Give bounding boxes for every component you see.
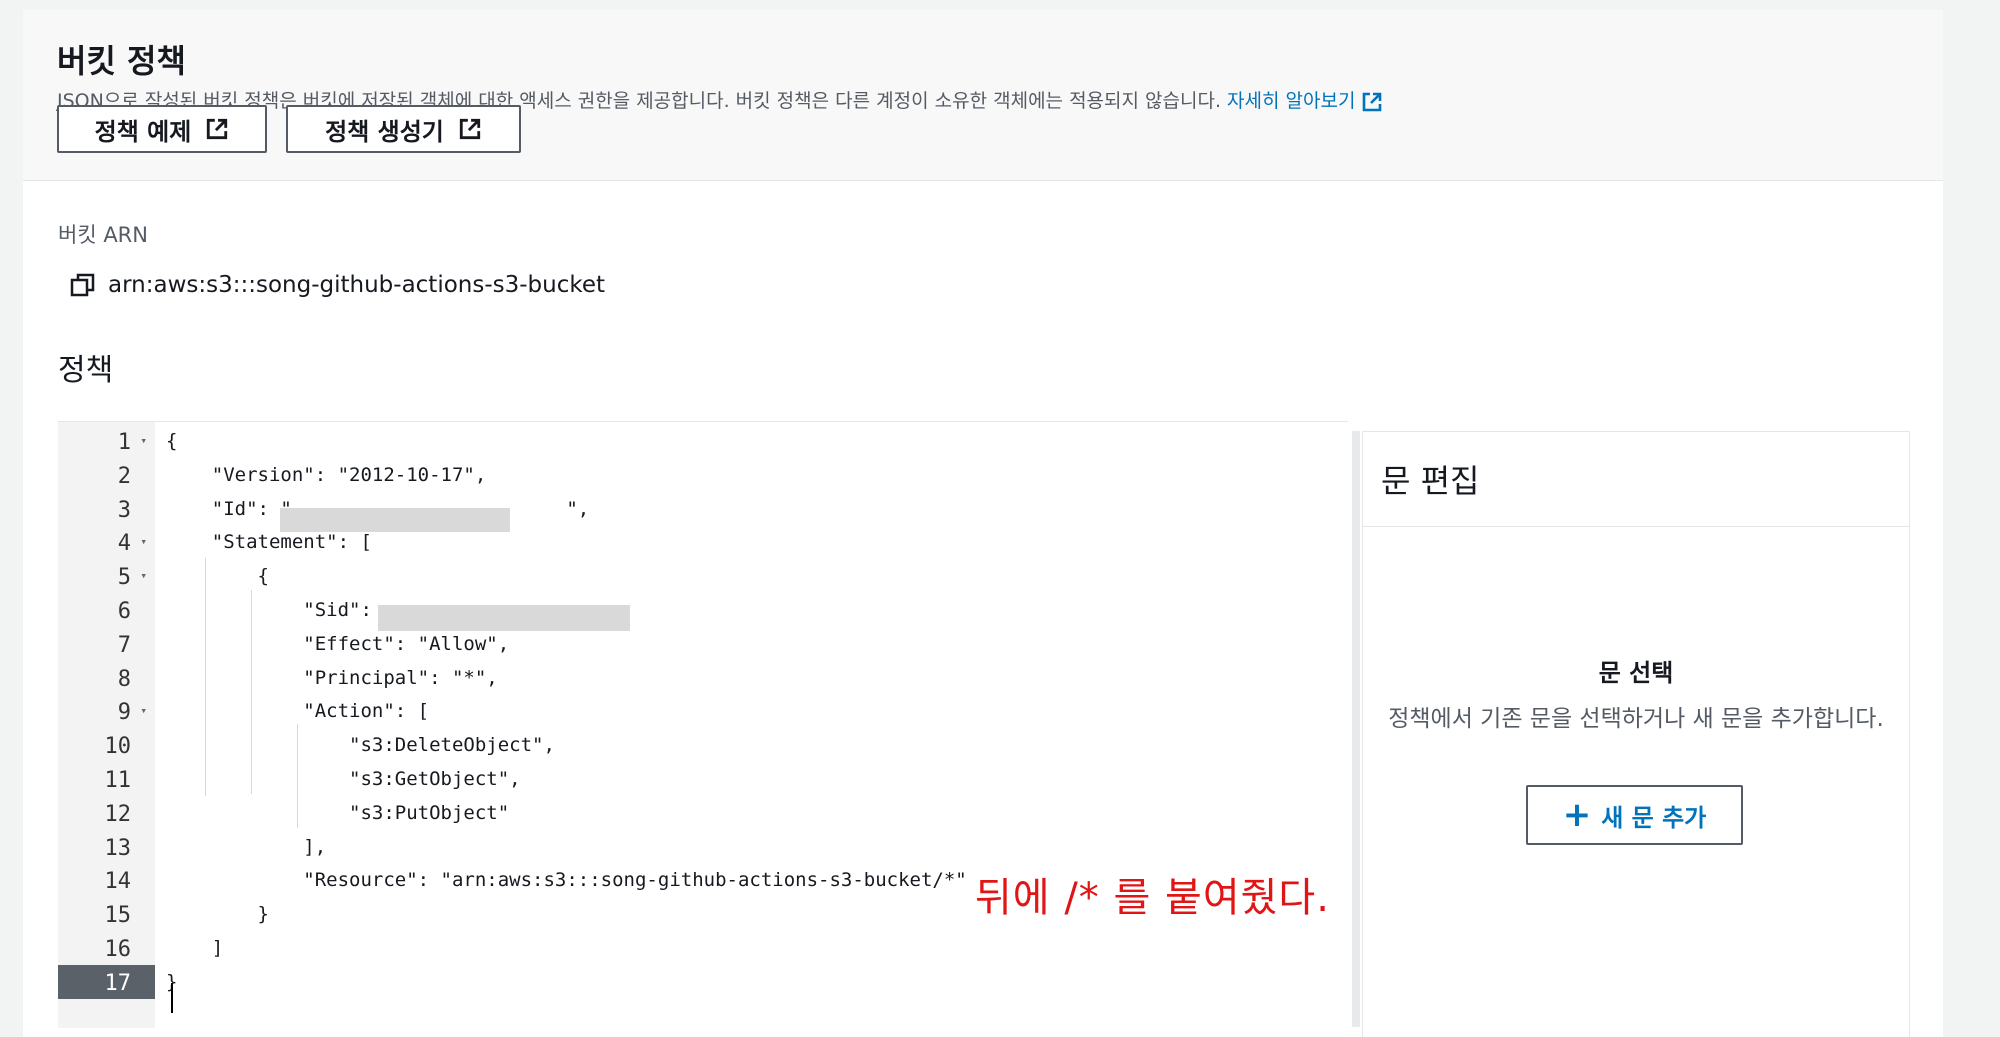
panel-header: 버킷 정책 JSON으로 작성된 버킷 정책은 버킷에 저장된 객체에 대한 액…	[23, 10, 1943, 181]
code-line: "Resource": "arn:aws:s3:::song-github-ac…	[166, 869, 967, 892]
external-link-icon	[459, 118, 481, 140]
text-cursor	[171, 983, 173, 1013]
redacted-sid	[378, 605, 630, 631]
line-number-text: 9	[117, 700, 131, 726]
code-line: }	[166, 903, 269, 926]
line-number-text: 11	[104, 768, 132, 793]
external-link-icon	[1363, 92, 1382, 111]
line-number: 3	[58, 492, 155, 526]
line-number: 14	[58, 863, 155, 897]
statement-editor-header: 문 편집	[1363, 431, 1909, 527]
bucket-arn-value: arn:aws:s3:::song-github-actions-s3-buck…	[108, 272, 606, 298]
statement-editor-title: 문 편집	[1381, 462, 1480, 500]
line-number: 10	[58, 728, 155, 762]
code-line: "s3:GetObject",	[166, 768, 521, 790]
line-number-text: 17	[104, 970, 132, 996]
line-number: 5 ▾	[58, 559, 155, 593]
add-new-statement-button[interactable]: + 새 문 추가	[1526, 785, 1743, 845]
code-line: "s3:PutObject"	[166, 801, 510, 824]
select-statement-description: 정책에서 기존 문을 선택하거나 새 문을 추가합니다.	[1388, 706, 1884, 732]
fold-toggle-icon[interactable]: ▾	[140, 569, 147, 582]
policy-examples-button[interactable]: 정책 예제	[57, 105, 267, 153]
fold-toggle-icon[interactable]: ▾	[140, 434, 147, 447]
code-line: "Sid":	[166, 599, 384, 621]
statement-editor-panel: 문 편집 문 선택 정책에서 기존 문을 선택하거나 새 문을 추가합니다. +…	[1362, 431, 1910, 1037]
policy-generator-button[interactable]: 정책 생성기	[286, 105, 521, 153]
fold-toggle-icon[interactable]: ▾	[140, 704, 147, 717]
code-line: ],	[166, 835, 327, 858]
line-number-text: 16	[104, 937, 132, 962]
indent-guide	[205, 558, 206, 796]
learn-more-label: 자세히 알아보기	[1227, 90, 1356, 112]
line-number-text: 6	[117, 599, 131, 624]
policy-section-title: 정책	[58, 353, 114, 388]
learn-more-link[interactable]: 자세히 알아보기	[1227, 90, 1383, 112]
code-line: ]	[166, 937, 224, 959]
line-number: 12	[58, 796, 155, 830]
code-line: {	[166, 565, 269, 588]
line-number: 7	[58, 627, 155, 661]
line-number-text: 5	[117, 565, 131, 591]
line-number-text: 2	[117, 463, 131, 489]
indent-guide	[297, 724, 298, 828]
policy-generator-label: 정책 생성기	[325, 117, 444, 146]
code-line: {	[166, 430, 178, 452]
line-number: 13	[58, 830, 155, 864]
line-number: 6	[58, 593, 155, 627]
fold-toggle-icon[interactable]: ▾	[140, 535, 147, 548]
copy-icon[interactable]	[70, 272, 96, 298]
line-number-text: 15	[104, 903, 132, 929]
external-link-icon	[207, 118, 228, 140]
page-title: 버킷 정책	[57, 42, 186, 80]
line-number-text: 8	[117, 666, 131, 692]
redacted-id	[280, 508, 510, 532]
red-annotation: 뒤에 /* 를 붙여줬다.	[975, 875, 1330, 921]
line-number-text: 7	[117, 632, 131, 658]
indent-guide	[251, 590, 252, 794]
line-number: 16	[58, 931, 155, 965]
add-new-statement-label: 새 문 추가	[1601, 803, 1707, 832]
line-number-text: 13	[104, 835, 132, 861]
bucket-arn-label: 버킷 ARN	[58, 223, 148, 247]
line-number-text: 14	[104, 869, 132, 895]
code-line: "Version": "2012-10-17",	[166, 463, 487, 486]
editor-gutter: 1 ▾ 2 3 4 ▾ 5 ▾ 6 7 8 9 ▾ 10 11 12 13 14 15 16 17	[58, 422, 155, 1028]
line-number: 11	[58, 762, 155, 796]
bucket-arn-row: arn:aws:s3:::song-github-actions-s3-buck…	[70, 272, 605, 298]
line-number: 1 ▾	[58, 424, 155, 458]
line-number-text: 12	[104, 801, 132, 827]
line-number-text: 1	[117, 430, 131, 455]
line-number: 9 ▾	[58, 694, 155, 728]
line-number: 15	[58, 897, 155, 931]
policy-examples-label: 정책 예제	[94, 117, 192, 146]
code-line: "Effect": "Allow",	[166, 632, 510, 655]
code-line: "s3:DeleteObject",	[166, 734, 555, 757]
policy-code-editor[interactable]: 1 ▾ 2 3 4 ▾ 5 ▾ 6 7 8 9 ▾ 10 11 12 13 14 15 16 17 { "Version…	[58, 421, 1348, 1028]
panel-splitter[interactable]	[1352, 431, 1360, 1027]
line-number: 8	[58, 661, 155, 695]
line-number-text: 3	[117, 497, 131, 523]
select-statement-title: 문 선택	[1598, 659, 1674, 687]
line-number-text: 4	[117, 531, 131, 557]
line-number-text: 10	[104, 734, 132, 760]
line-number: 2	[58, 458, 155, 492]
plus-icon: +	[1562, 795, 1592, 835]
code-line: "Principal": "*",	[166, 666, 498, 689]
line-number: 17	[58, 964, 155, 999]
line-number: 4 ▾	[58, 525, 155, 559]
